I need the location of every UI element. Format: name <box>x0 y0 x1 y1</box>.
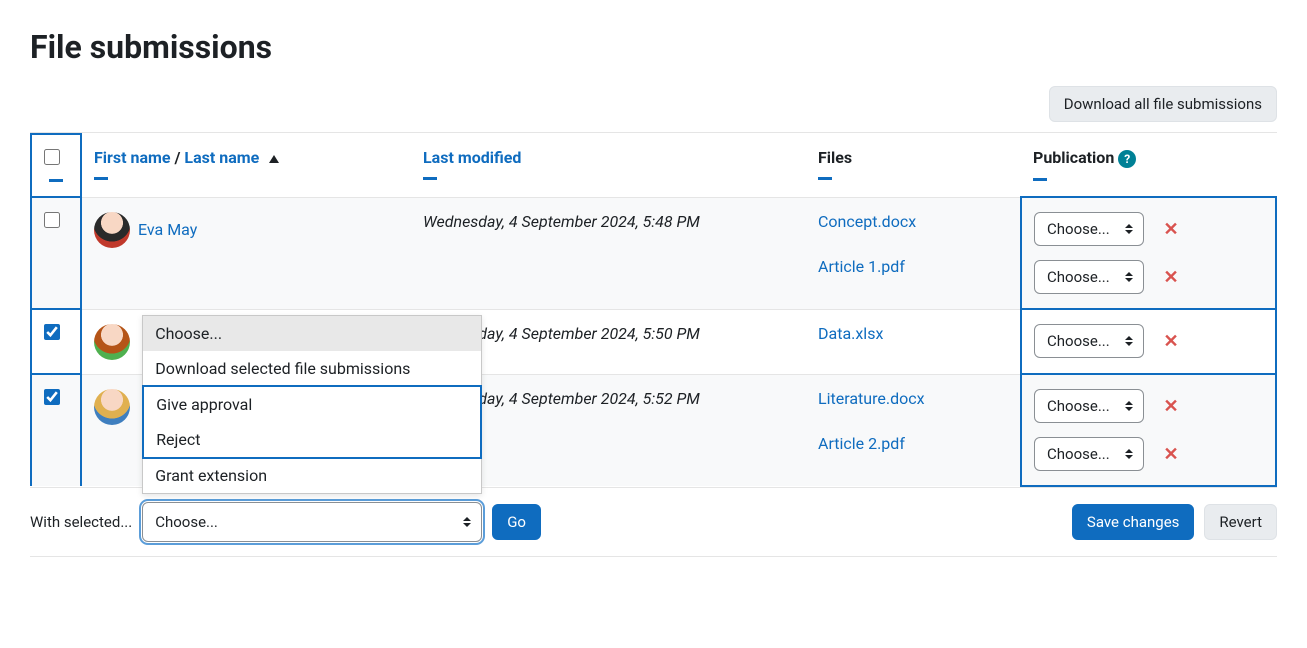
collapse-column-icon[interactable] <box>94 177 108 180</box>
file-link[interactable]: Article 1.pdf <box>818 257 1008 276</box>
publication-select-label: Choose... <box>1047 332 1110 350</box>
table-row: Eva May Wednesday, 4 September 2024, 5:48… <box>31 197 1276 309</box>
publication-select-label: Choose... <box>1047 445 1110 463</box>
bulk-option-download[interactable]: Download selected file submissions <box>143 351 481 386</box>
collapse-column-icon[interactable] <box>423 177 437 180</box>
collapse-column-icon[interactable] <box>1033 178 1047 181</box>
bulk-action-selected-label: Choose... <box>155 513 218 531</box>
sort-first-name[interactable]: First name <box>94 148 171 167</box>
chevron-updown-icon <box>1125 336 1133 346</box>
avatar[interactable] <box>94 389 130 425</box>
column-name: First name / Last name <box>81 134 411 197</box>
publication-select[interactable]: Choose... <box>1034 260 1144 294</box>
bulk-option-reject[interactable]: Reject <box>144 422 480 457</box>
last-modified-date: Wednesday, 4 September 2024, 5:48 PM <box>423 212 700 231</box>
publication-select[interactable]: Choose... <box>1034 389 1144 423</box>
reject-x-icon[interactable]: ✕ <box>1162 396 1180 417</box>
student-name-link[interactable]: Eva May <box>138 220 197 239</box>
chevron-updown-icon <box>1125 401 1133 411</box>
with-selected-label: With selected... <box>30 513 132 531</box>
collapse-column-icon[interactable] <box>818 177 832 180</box>
footer-row: With selected... Choose... Download sele… <box>30 488 1277 556</box>
column-publication: Publication? <box>1021 134 1276 197</box>
publication-select[interactable]: Choose... <box>1034 212 1144 246</box>
publication-select-label: Choose... <box>1047 220 1110 238</box>
chevron-updown-icon <box>463 517 471 527</box>
name-separator: / <box>171 148 185 167</box>
column-files: Files <box>806 134 1021 197</box>
reject-x-icon[interactable]: ✕ <box>1162 219 1180 240</box>
publication-select[interactable]: Choose... <box>1034 324 1144 358</box>
avatar[interactable] <box>94 324 130 360</box>
publication-header-label: Publication <box>1033 148 1114 167</box>
select-all-checkbox[interactable] <box>44 149 60 165</box>
sort-last-modified[interactable]: Last modified <box>423 148 521 167</box>
collapse-column-icon[interactable] <box>49 179 63 182</box>
row-checkbox[interactable] <box>44 389 60 405</box>
page-title: File submissions <box>30 28 1277 66</box>
chevron-updown-icon <box>1125 449 1133 459</box>
revert-button[interactable]: Revert <box>1204 504 1277 540</box>
row-checkbox[interactable] <box>44 324 60 340</box>
publication-select[interactable]: Choose... <box>1034 437 1144 471</box>
file-link[interactable]: Article 2.pdf <box>818 434 1008 453</box>
column-last-modified: Last modified <box>411 134 806 197</box>
chevron-updown-icon <box>1125 224 1133 234</box>
save-changes-button[interactable]: Save changes <box>1072 504 1194 540</box>
bulk-action-dropdown: Choose... Download selected file submiss… <box>142 315 482 494</box>
reject-x-icon[interactable]: ✕ <box>1162 267 1180 288</box>
publication-select-label: Choose... <box>1047 397 1110 415</box>
bulk-option-approve[interactable]: Give approval <box>144 387 480 422</box>
sort-last-name[interactable]: Last name <box>184 148 259 167</box>
files-header-label: Files <box>818 148 852 167</box>
avatar[interactable] <box>94 212 130 248</box>
bulk-action-select[interactable]: Choose... <box>142 502 482 542</box>
divider <box>30 556 1277 557</box>
download-all-button[interactable]: Download all file submissions <box>1049 86 1277 122</box>
go-button[interactable]: Go <box>492 504 541 540</box>
sort-asc-icon <box>269 155 279 163</box>
reject-x-icon[interactable]: ✕ <box>1162 331 1180 352</box>
bulk-option-extend[interactable]: Grant extension <box>143 458 481 493</box>
bulk-option-choose[interactable]: Choose... <box>143 316 481 351</box>
file-link[interactable]: Concept.docx <box>818 212 1008 231</box>
publication-select-label: Choose... <box>1047 268 1110 286</box>
file-link[interactable]: Data.xlsx <box>818 324 1008 343</box>
chevron-updown-icon <box>1125 272 1133 282</box>
help-icon[interactable]: ? <box>1118 150 1136 168</box>
row-checkbox[interactable] <box>44 212 60 228</box>
column-select <box>31 134 81 197</box>
file-link[interactable]: Literature.docx <box>818 389 1008 408</box>
reject-x-icon[interactable]: ✕ <box>1162 444 1180 465</box>
